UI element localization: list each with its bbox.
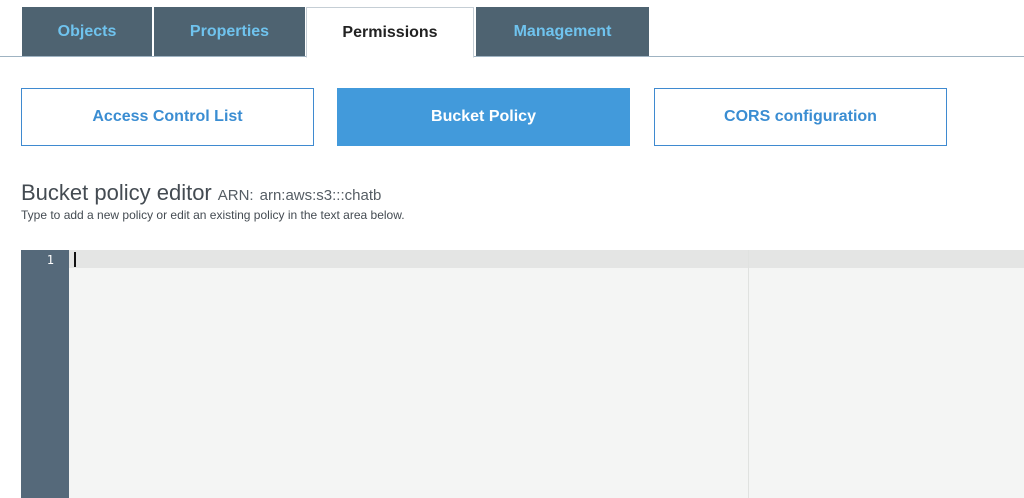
- policy-code-editor[interactable]: 1: [21, 250, 1024, 498]
- access-control-list-button[interactable]: Access Control List: [21, 88, 314, 146]
- policy-text-area[interactable]: [69, 250, 1024, 498]
- editor-heading: Bucket policy editor ARN: arn:aws:s3:::c…: [21, 180, 381, 206]
- line-number-gutter: 1: [21, 250, 69, 498]
- tab-objects[interactable]: Objects: [22, 7, 152, 57]
- text-cursor: [74, 252, 76, 267]
- arn-value: arn:aws:s3:::chatb: [259, 187, 382, 204]
- main-tab-bar: Objects Properties Permissions Managemen…: [0, 0, 1024, 58]
- tab-management[interactable]: Management: [476, 7, 649, 57]
- line-number: 1: [46, 253, 54, 267]
- tab-permissions[interactable]: Permissions: [306, 7, 474, 58]
- tab-properties[interactable]: Properties: [154, 7, 305, 57]
- editor-instructions: Type to add a new policy or edit an exis…: [21, 208, 405, 222]
- arn-label: ARN:: [217, 187, 254, 204]
- bucket-policy-button[interactable]: Bucket Policy: [337, 88, 630, 146]
- editor-title: Bucket policy editor: [21, 180, 212, 205]
- cors-configuration-button[interactable]: CORS configuration: [654, 88, 947, 146]
